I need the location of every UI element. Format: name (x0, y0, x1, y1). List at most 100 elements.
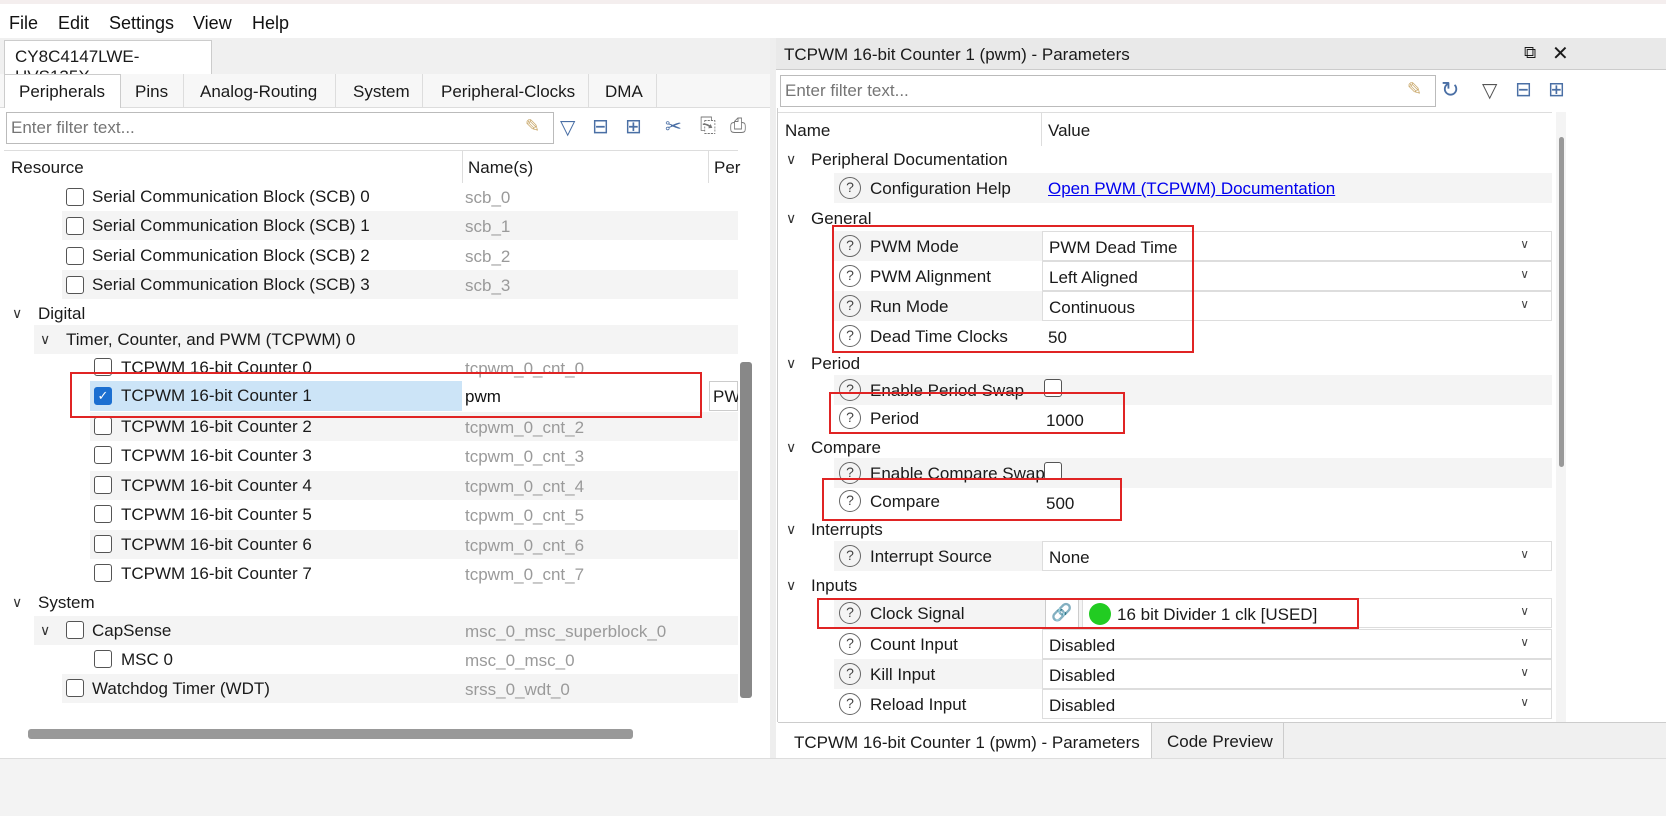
pane-splitter[interactable] (770, 38, 776, 816)
interrupt-source-select[interactable]: None ∨ (1042, 541, 1552, 571)
tree-row-capsense[interactable]: ∨ CapSense msc_0_msc_superblock_0 (34, 616, 738, 645)
tree-row[interactable]: Serial Communication Block (SCB) 2 scb_2 (4, 241, 738, 270)
row-label: TCPWM 16-bit Counter 6 (121, 535, 312, 554)
help-icon[interactable]: ? (839, 633, 861, 655)
checkbox[interactable] (94, 650, 112, 668)
section-peripheral-documentation[interactable]: ∨ Peripheral Documentation (778, 145, 1552, 174)
tree-row[interactable]: Serial Communication Block (SCB) 0 scb_0 (4, 182, 738, 211)
tab-analog-routing[interactable]: Analog-Routing (184, 74, 336, 108)
chevron-down-icon[interactable]: ∨ (40, 622, 50, 639)
chevron-down-icon[interactable]: ∨ (40, 331, 50, 348)
names-header[interactable]: Name(s) (468, 158, 533, 178)
tree-row[interactable]: Watchdog Timer (WDT) srss_0_wdt_0 (62, 674, 738, 703)
right-filter-input[interactable] (783, 78, 1393, 104)
checkbox[interactable] (94, 446, 112, 464)
documentation-link[interactable]: Open PWM (TCPWM) Documentation (1048, 179, 1335, 199)
section-label: Interrupts (811, 520, 883, 539)
refresh-icon[interactable]: ↻ (1441, 77, 1459, 103)
menu-view[interactable]: View (193, 13, 232, 34)
row-name: tcpwm_0_cnt_3 (465, 447, 585, 466)
left-filter-input[interactable] (9, 115, 509, 141)
close-icon[interactable]: ✕ (1552, 41, 1569, 66)
right-scrollbar-track (1556, 112, 1566, 722)
left-vertical-scrollbar[interactable] (740, 362, 752, 698)
count-input-select[interactable]: Disabled ∨ (1042, 629, 1552, 659)
name-header[interactable]: Name (785, 121, 830, 141)
chevron-down-icon[interactable]: ∨ (786, 439, 796, 456)
tree-row[interactable]: Serial Communication Block (SCB) 1 scb_1 (62, 211, 738, 240)
chevron-down-icon[interactable]: ∨ (786, 210, 796, 227)
resource-header[interactable]: Resource (11, 158, 84, 178)
tab-peripheral-clocks[interactable]: Peripheral-Clocks (423, 74, 589, 108)
section-period[interactable]: ∨ Period (778, 349, 1552, 378)
collapse-all-icon[interactable]: ⊟ (1515, 77, 1532, 102)
tab-dma[interactable]: DMA (589, 74, 657, 108)
copy-icon[interactable]: ⎘ (700, 115, 716, 138)
bottom-tab-bar: TCPWM 16-bit Counter 1 (pwm) - Parameter… (778, 722, 1666, 759)
device-tab[interactable]: CY8C4147LWE-HVS135X (4, 40, 212, 86)
chevron-down-icon[interactable]: ∨ (786, 577, 796, 594)
value-header[interactable]: Value (1048, 121, 1090, 141)
menu-settings[interactable]: Settings (109, 13, 174, 34)
tab-pins[interactable]: Pins (121, 74, 184, 108)
chevron-down-icon[interactable]: ∨ (12, 594, 22, 611)
help-icon[interactable]: ? (839, 177, 861, 199)
cut-icon[interactable]: ✂ (665, 114, 682, 139)
tree-row[interactable]: Serial Communication Block (SCB) 3 scb_3 (62, 270, 738, 299)
right-vertical-scrollbar[interactable] (1559, 137, 1564, 467)
menu-help[interactable]: Help (252, 13, 289, 34)
tree-row[interactable]: MSC 0 msc_0_msc_0 (4, 645, 738, 674)
checkbox[interactable] (66, 276, 84, 294)
filter-icon[interactable]: ▽ (560, 115, 575, 140)
chevron-down-icon[interactable]: ∨ (786, 355, 796, 372)
checkbox[interactable] (66, 679, 84, 697)
checkbox[interactable] (94, 564, 112, 582)
personality-cell[interactable]: PW (709, 381, 738, 411)
tree-row-digital[interactable]: ∨ Digital (4, 299, 738, 328)
checkbox[interactable] (94, 535, 112, 553)
checkbox[interactable] (66, 247, 84, 265)
tab-code-preview[interactable]: Code Preview (1152, 723, 1284, 759)
tree-row-tcpwm[interactable]: ∨ Timer, Counter, and PWM (TCPWM) 0 (34, 325, 738, 354)
filter-icon[interactable]: ▽ (1482, 78, 1497, 103)
checkbox[interactable] (94, 476, 112, 494)
left-horizontal-scrollbar[interactable] (28, 729, 633, 739)
row-label: TCPWM 16-bit Counter 2 (121, 417, 312, 436)
help-icon[interactable]: ? (839, 545, 861, 567)
menu-file[interactable]: File (9, 13, 38, 34)
tab-peripheral-clocks-label: Peripheral-Clocks (441, 82, 576, 101)
eraser-icon[interactable]: ✎ (525, 116, 540, 137)
kill-input-select[interactable]: Disabled ∨ (1042, 659, 1552, 689)
tree-row-system[interactable]: ∨ System (4, 588, 738, 617)
checkbox[interactable] (66, 621, 84, 639)
checkbox[interactable] (94, 505, 112, 523)
section-inputs[interactable]: ∨ Inputs (778, 571, 1552, 600)
tab-system[interactable]: System (336, 74, 423, 108)
checkbox[interactable] (94, 417, 112, 435)
tab-parameters[interactable]: TCPWM 16-bit Counter 1 (pwm) - Parameter… (778, 723, 1152, 759)
collapse-all-icon[interactable]: ⊟ (592, 114, 609, 139)
per-header[interactable]: Per (714, 158, 740, 178)
chevron-down-icon[interactable]: ∨ (786, 151, 796, 168)
tree-row[interactable]: TCPWM 16-bit Counter 7 tcpwm_0_cnt_7 (4, 559, 738, 588)
checkbox[interactable] (66, 188, 84, 206)
chevron-down-icon[interactable]: ∨ (12, 305, 22, 322)
paste-icon[interactable]: ⎙ (730, 115, 746, 138)
menu-edit[interactable]: Edit (58, 13, 89, 34)
help-icon[interactable]: ? (839, 693, 861, 715)
restore-window-icon[interactable]: ⧉ (1524, 43, 1536, 63)
tab-dma-label: DMA (605, 82, 643, 101)
help-icon[interactable]: ? (839, 663, 861, 685)
tree-row[interactable]: TCPWM 16-bit Counter 5 tcpwm_0_cnt_5 (4, 500, 738, 529)
expand-all-icon[interactable]: ⊞ (625, 114, 642, 139)
chevron-down-icon[interactable]: ∨ (786, 521, 796, 538)
tab-peripherals[interactable]: Peripherals (4, 74, 121, 108)
expand-all-icon[interactable]: ⊞ (1548, 77, 1565, 102)
tree-row[interactable]: TCPWM 16-bit Counter 6 tcpwm_0_cnt_6 (90, 530, 738, 559)
chevron-down-icon: ∨ (1520, 297, 1529, 311)
checkbox[interactable] (66, 217, 84, 235)
eraser-icon[interactable]: ✎ (1407, 79, 1422, 100)
reload-input-select[interactable]: Disabled ∨ (1042, 689, 1552, 719)
tree-row[interactable]: TCPWM 16-bit Counter 3 tcpwm_0_cnt_3 (4, 441, 738, 470)
tree-row[interactable]: TCPWM 16-bit Counter 4 tcpwm_0_cnt_4 (90, 471, 738, 500)
